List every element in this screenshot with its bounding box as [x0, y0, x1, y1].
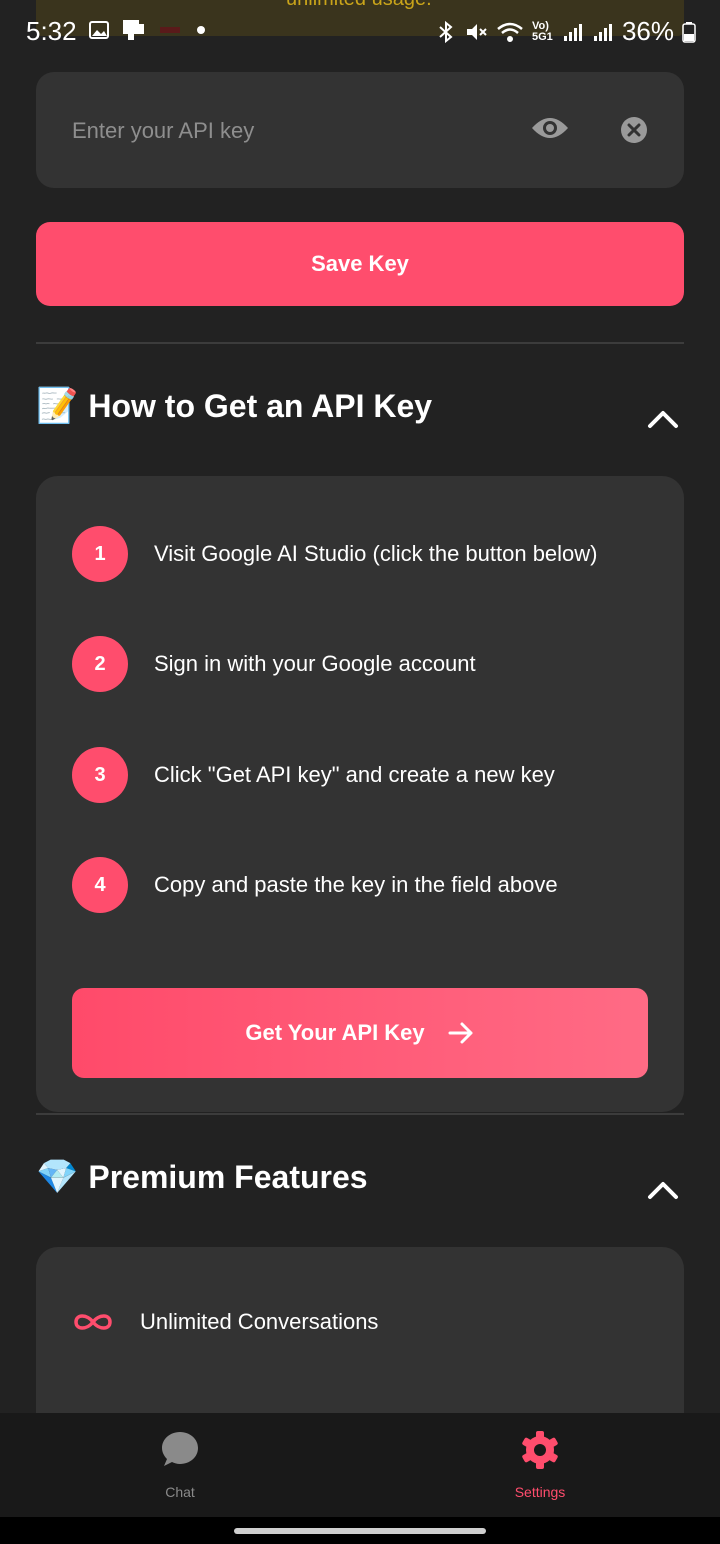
how-to-title: How to Get an API Key: [88, 387, 433, 424]
step-text: Sign in with your Google account: [154, 651, 476, 676]
gear-icon: [522, 1431, 558, 1469]
network-label: Vo) 5G1: [531, 19, 553, 43]
how-to-header[interactable]: 📝 How to Get an API Key: [36, 386, 432, 426]
chevron-up-icon[interactable]: [646, 404, 680, 434]
dot-icon: [197, 26, 205, 34]
step-text: Click "Get API key" and create a new key: [154, 762, 555, 787]
premium-title: Premium Features: [88, 1158, 368, 1195]
save-key-label: Save Key: [311, 251, 409, 276]
bottom-navigation: Chat Settings: [0, 1413, 720, 1517]
get-api-key-label: Get Your API Key: [245, 1020, 425, 1045]
notification-icons: [88, 18, 206, 42]
nav-label-settings: Settings: [514, 1484, 566, 1500]
nav-item-chat[interactable]: Chat: [110, 1429, 250, 1500]
step-number: 1: [72, 526, 128, 582]
divider: [36, 342, 684, 344]
signal-icon-2: [593, 23, 612, 41]
bluetooth-icon: [439, 20, 453, 43]
nav-label-chat: Chat: [165, 1484, 195, 1500]
clear-icon[interactable]: [620, 116, 648, 144]
mute-icon: [466, 23, 487, 40]
arrow-right-icon: [448, 1022, 473, 1044]
step-item: 3 Click "Get API key" and create a new k…: [72, 747, 555, 803]
step-text: Copy and paste the key in the field abov…: [154, 872, 558, 897]
device-icon: [123, 20, 144, 40]
status-bar: unlimited usage. 5:32 Vo) 5G1 36%: [0, 0, 720, 62]
step-item: 1 Visit Google AI Studio (click the butt…: [72, 526, 598, 582]
infinity-icon: [74, 1314, 112, 1330]
battery-icon: [682, 21, 696, 43]
chevron-up-icon[interactable]: [646, 1175, 680, 1205]
memo-icon: 📝: [36, 387, 79, 425]
premium-card: Unlimited Conversations: [36, 1247, 684, 1437]
divider: [36, 1113, 684, 1115]
home-gesture-handle[interactable]: [234, 1528, 486, 1534]
status-time: 5:32: [26, 16, 77, 46]
feature-label: Unlimited Conversations: [140, 1309, 379, 1334]
how-to-card: 1 Visit Google AI Studio (click the butt…: [36, 476, 684, 1112]
image-icon: [89, 21, 109, 39]
save-key-button[interactable]: Save Key: [36, 222, 684, 306]
wifi-icon: [497, 22, 523, 42]
step-item: 4 Copy and paste the key in the field ab…: [72, 857, 558, 913]
gem-icon: 💎: [36, 1158, 79, 1196]
system-status: Vo) 5G1 36%: [436, 16, 696, 47]
battery-percent: 36%: [621, 16, 674, 46]
feature-item: Unlimited Conversations: [72, 1309, 378, 1335]
banner-text: unlimited usage.: [286, 0, 432, 11]
get-api-key-button[interactable]: Get Your API Key: [72, 988, 648, 1078]
signal-icon: [563, 23, 582, 41]
api-key-input[interactable]: [70, 108, 514, 154]
api-key-field: [36, 72, 684, 188]
chat-icon: [162, 1432, 198, 1466]
nav-item-settings[interactable]: Settings: [470, 1429, 610, 1500]
gesture-area: [0, 1517, 720, 1544]
premium-header[interactable]: 💎 Premium Features: [36, 1157, 368, 1197]
step-item: 2 Sign in with your Google account: [72, 636, 476, 692]
step-number: 2: [72, 636, 128, 692]
step-number: 3: [72, 747, 128, 803]
app-notification-icon: [160, 27, 180, 33]
step-number: 4: [72, 857, 128, 913]
step-text: Visit Google AI Studio (click the button…: [154, 541, 598, 566]
eye-icon[interactable]: [530, 114, 570, 142]
